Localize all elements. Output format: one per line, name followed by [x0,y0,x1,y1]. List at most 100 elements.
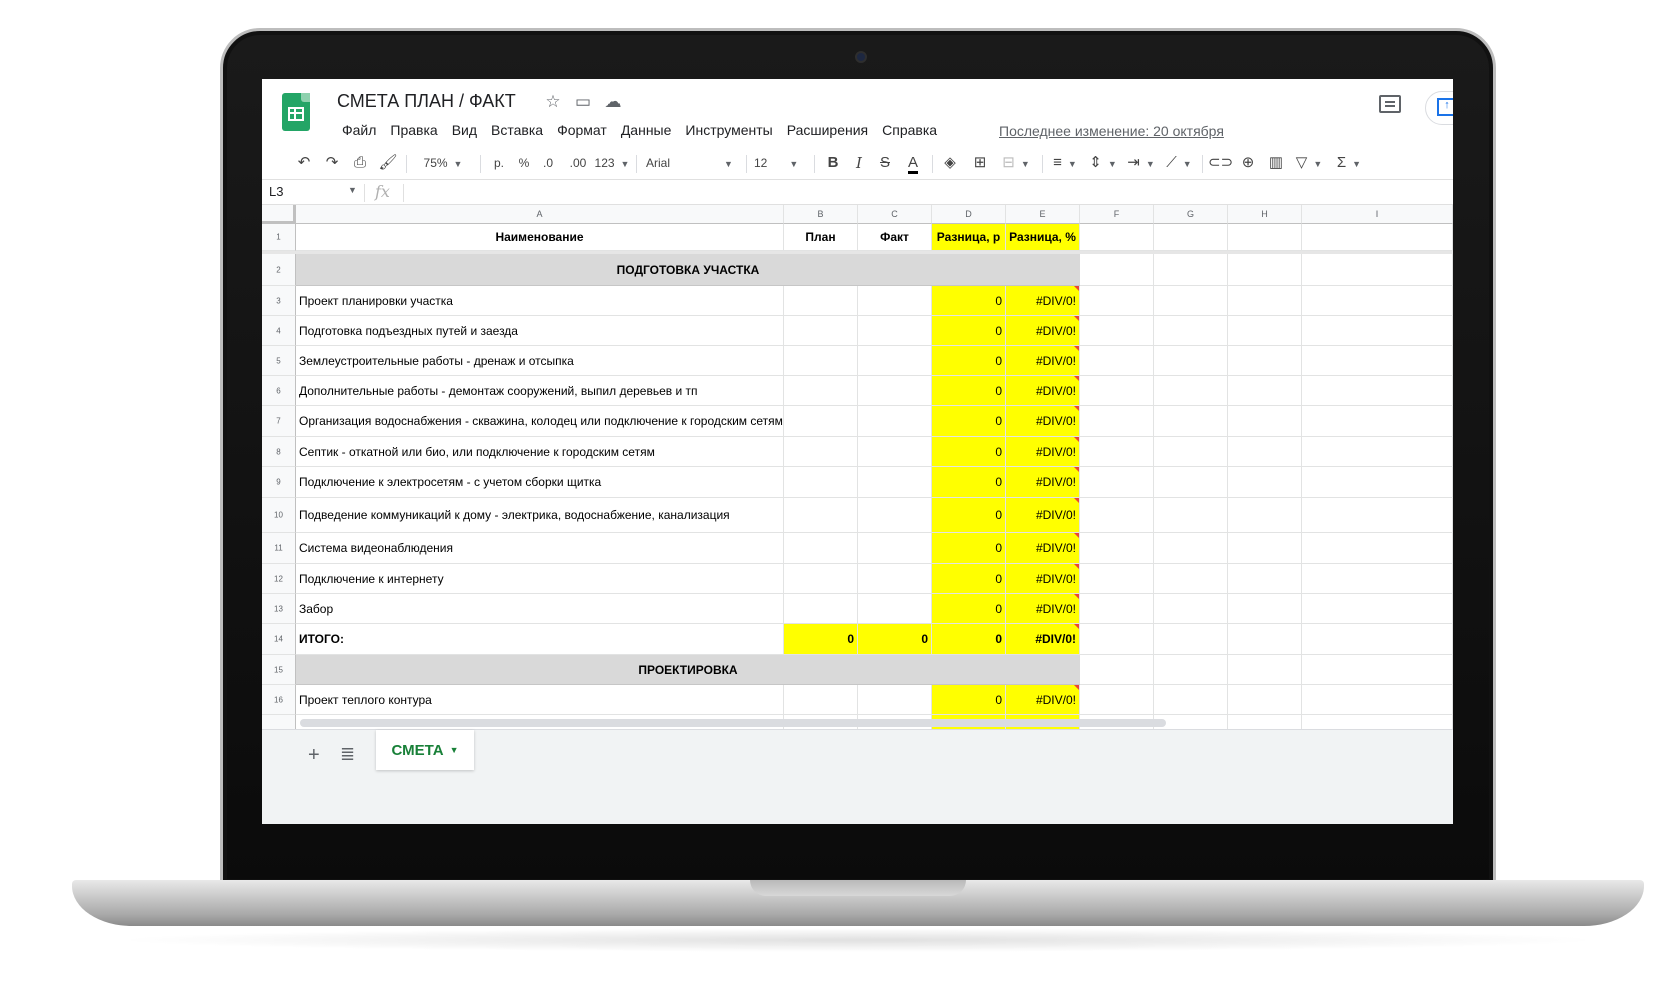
increase-decimal-button[interactable]: .00 [564,145,592,181]
comment-history-icon[interactable] [1379,95,1401,113]
decrease-decimal-button[interactable]: .0 [536,145,560,181]
cell[interactable] [1302,655,1453,685]
document-title[interactable]: СМЕТА ПЛАН / ФАКТ [337,91,516,112]
menu-item[interactable]: Правка [383,122,444,138]
row-header[interactable]: 4 [262,316,296,346]
text-wrap-icon[interactable]: ⇥ ▼ [1124,145,1158,181]
cell[interactable] [784,533,858,564]
cell[interactable] [1302,346,1453,376]
cell[interactable] [1228,498,1302,533]
cell[interactable] [1080,224,1154,251]
cell[interactable] [1228,224,1302,251]
row-header[interactable]: 2 [262,254,296,286]
cell[interactable] [1154,437,1228,467]
cell[interactable] [1228,685,1302,715]
cell[interactable] [1080,254,1154,286]
cell[interactable] [1154,406,1228,437]
cell[interactable] [858,533,932,564]
add-sheet-icon[interactable]: + [308,744,320,767]
menu-item[interactable]: Расширения [780,122,875,138]
cell[interactable]: Разница, р [932,224,1006,251]
row-header[interactable]: 6 [262,376,296,406]
name-box[interactable]: L3 [269,184,283,199]
cell[interactable]: Система видеонаблюдения [296,533,784,564]
cell[interactable] [1080,594,1154,624]
cell[interactable] [1080,316,1154,346]
cell[interactable]: 0 [932,624,1006,655]
cell[interactable]: 0 [932,406,1006,437]
borders-icon[interactable]: ⊞ [968,145,992,181]
zoom-select[interactable]: 75% ▼ [414,145,472,181]
cell[interactable] [1302,286,1453,316]
cell[interactable] [1154,498,1228,533]
italic-button[interactable]: I [848,145,870,181]
cell[interactable]: #DIV/0! [1006,594,1080,624]
row-header[interactable]: 8 [262,437,296,467]
insert-chart-icon[interactable]: ▥ [1264,145,1288,181]
row-header[interactable]: 1 [262,224,296,251]
cell[interactable] [1228,467,1302,498]
cell[interactable] [1154,594,1228,624]
cell[interactable]: #DIV/0! [1006,685,1080,715]
star-icon[interactable]: ☆ [543,92,563,112]
menu-item[interactable]: Вставка [484,122,550,138]
cell[interactable] [784,286,858,316]
undo-icon[interactable]: ↶ [292,145,316,181]
cell[interactable]: 0 [932,685,1006,715]
cell[interactable] [1228,406,1302,437]
cell[interactable]: Забор [296,594,784,624]
cell[interactable]: #DIV/0! [1006,376,1080,406]
percent-format-button[interactable]: % [514,145,534,181]
cell[interactable]: Разница, % [1006,224,1080,251]
strikethrough-button[interactable]: S [874,145,896,181]
cell[interactable] [858,437,932,467]
cell[interactable] [784,685,858,715]
cell[interactable] [858,685,932,715]
cell[interactable] [1154,224,1228,251]
cell[interactable] [1228,286,1302,316]
row-header[interactable]: 12 [262,564,296,594]
select-all-corner[interactable] [262,205,296,224]
cell[interactable] [1228,437,1302,467]
cell[interactable] [1154,286,1228,316]
cell[interactable] [1154,254,1228,286]
cell[interactable]: Наименование [296,224,784,251]
cell[interactable] [1154,624,1228,655]
cell[interactable] [1080,286,1154,316]
cell[interactable] [784,467,858,498]
column-header[interactable]: E [1006,205,1080,224]
cell[interactable] [784,498,858,533]
text-rotation-icon[interactable]: ⟋ ▼ [1162,145,1196,181]
row-header[interactable]: 3 [262,286,296,316]
cell[interactable] [1302,685,1453,715]
cell[interactable]: 0 [784,624,858,655]
cell[interactable] [1080,406,1154,437]
row-header[interactable]: 16 [262,685,296,715]
spreadsheet-grid[interactable]: A B C D E F G H I 1 Наименование План Факт Разница, р… [262,205,1453,765]
horizontal-scrollbar[interactable] [300,719,1166,727]
cell[interactable]: #DIV/0! [1006,286,1080,316]
cell[interactable] [1228,624,1302,655]
filter-icon[interactable]: ▽ ▼ [1292,145,1326,181]
cell[interactable]: #DIV/0! [1006,564,1080,594]
menu-item[interactable]: Вид [445,122,484,138]
cell[interactable]: 0 [932,286,1006,316]
column-header[interactable]: F [1080,205,1154,224]
cell[interactable] [1154,467,1228,498]
cell[interactable]: 0 [932,376,1006,406]
cell[interactable]: #DIV/0! [1006,316,1080,346]
cell[interactable] [858,346,932,376]
cell[interactable] [1228,346,1302,376]
cell[interactable]: #DIV/0! [1006,624,1080,655]
cell[interactable] [1154,376,1228,406]
font-size-select[interactable]: 12 ▼ [754,145,804,181]
cell[interactable]: #DIV/0! [1006,498,1080,533]
cell[interactable]: ИТОГО: [296,624,784,655]
cell[interactable] [858,594,932,624]
cell[interactable]: 0 [932,346,1006,376]
cell[interactable]: Септик - откатной или био, или подключен… [296,437,784,467]
cell[interactable] [1228,655,1302,685]
cell[interactable] [858,286,932,316]
cell[interactable] [784,316,858,346]
column-header[interactable]: D [932,205,1006,224]
